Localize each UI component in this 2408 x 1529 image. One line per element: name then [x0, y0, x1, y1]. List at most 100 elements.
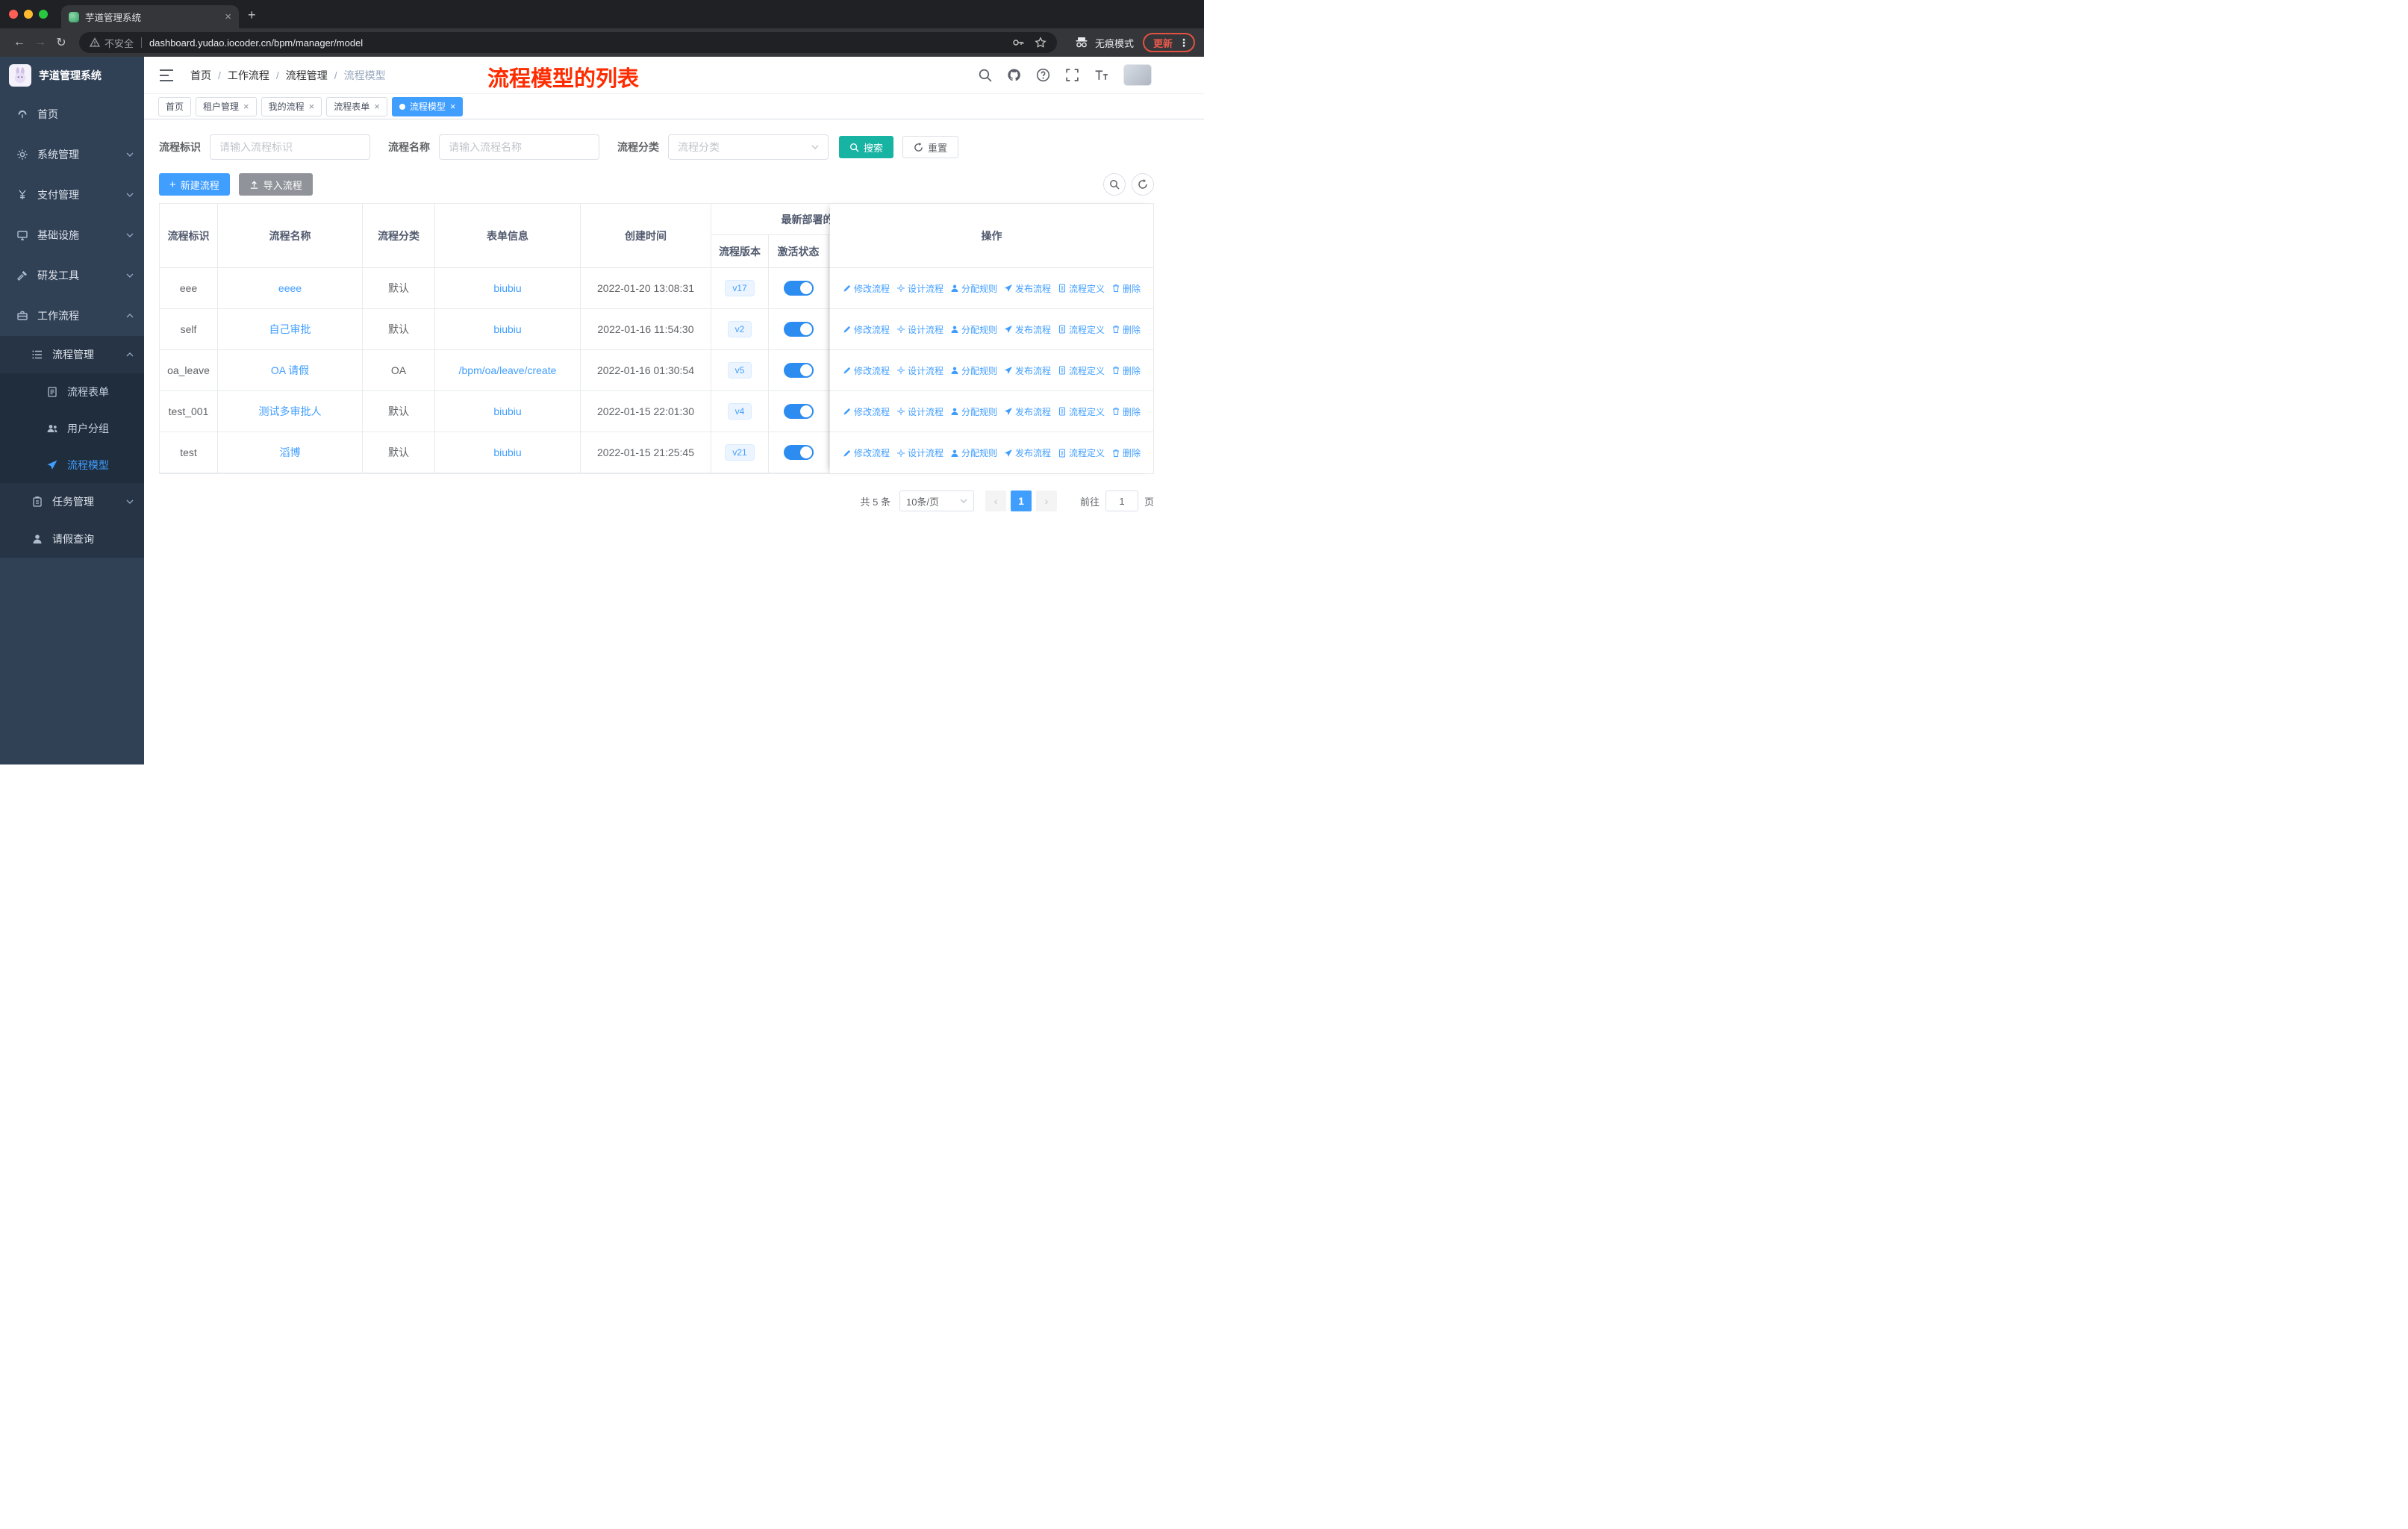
- sidebar-item-devtools[interactable]: 研发工具: [0, 255, 144, 296]
- edit-flow-link[interactable]: 修改流程: [843, 364, 890, 377]
- zoom-window-button[interactable]: [39, 10, 48, 19]
- page-size-select[interactable]: 10条/页: [899, 491, 974, 511]
- sidebar-item-infrastructure[interactable]: 基础设施: [0, 215, 144, 255]
- model-name-link[interactable]: 滔博: [280, 445, 301, 460]
- new-tab-button[interactable]: [248, 7, 256, 23]
- password-key-icon[interactable]: [1012, 37, 1024, 49]
- version-badge[interactable]: v4: [727, 403, 752, 420]
- model-name-link[interactable]: 测试多审批人: [259, 404, 322, 419]
- form-link[interactable]: biubiu: [493, 405, 521, 417]
- forward-button[interactable]: →: [30, 36, 51, 49]
- form-link[interactable]: biubiu: [493, 282, 521, 294]
- active-toggle[interactable]: [783, 404, 814, 419]
- sidebar-item-process-mgmt[interactable]: 流程管理: [0, 336, 144, 373]
- active-toggle[interactable]: [783, 281, 814, 296]
- form-link[interactable]: /bpm/oa/leave/create: [459, 364, 557, 376]
- publish-flow-link[interactable]: 发布流程: [1004, 405, 1051, 418]
- edit-flow-link[interactable]: 修改流程: [843, 446, 890, 459]
- fullscreen-icon[interactable]: [1065, 68, 1079, 82]
- breadcrumb-home[interactable]: 首页: [190, 68, 211, 83]
- active-toggle[interactable]: [783, 322, 814, 337]
- close-tab-icon[interactable]: [225, 11, 231, 22]
- create-flow-button[interactable]: 新建流程: [159, 173, 230, 196]
- bookmark-star-icon[interactable]: [1035, 37, 1047, 49]
- close-tag-icon[interactable]: [243, 102, 249, 111]
- tag-home[interactable]: 首页: [158, 96, 192, 116]
- sidebar-item-task-mgmt[interactable]: 任务管理: [0, 483, 144, 520]
- name-filter-input[interactable]: [439, 134, 599, 160]
- sidebar-item-process-form[interactable]: 流程表单: [0, 373, 144, 410]
- active-toggle[interactable]: [783, 363, 814, 378]
- assign-rule-link[interactable]: 分配规则: [950, 364, 997, 377]
- model-name-link[interactable]: OA 请假: [271, 363, 309, 378]
- version-badge[interactable]: v21: [725, 444, 755, 461]
- flow-definition-link[interactable]: 流程定义: [1058, 364, 1105, 377]
- search-toggle-button[interactable]: [1103, 173, 1126, 196]
- delete-link[interactable]: 删除: [1111, 405, 1141, 418]
- url-bar[interactable]: 不安全 dashboard.yudao.iocoder.cn/bpm/manag…: [79, 32, 1057, 53]
- key-filter-input[interactable]: [210, 134, 370, 160]
- close-tag-icon[interactable]: [309, 102, 315, 111]
- refresh-button[interactable]: [1132, 173, 1154, 196]
- version-badge[interactable]: v17: [725, 280, 755, 296]
- import-flow-button[interactable]: 导入流程: [238, 173, 313, 196]
- flow-definition-link[interactable]: 流程定义: [1058, 323, 1105, 336]
- design-flow-link[interactable]: 设计流程: [896, 446, 943, 459]
- breadcrumb-workflow[interactable]: 工作流程: [228, 68, 269, 83]
- tag-my-process[interactable]: 我的流程: [261, 96, 322, 116]
- form-link[interactable]: biubiu: [493, 446, 521, 458]
- goto-page-input[interactable]: [1105, 491, 1138, 511]
- delete-link[interactable]: 删除: [1111, 364, 1141, 377]
- sidebar-item-user-group[interactable]: 用户分组: [0, 410, 144, 446]
- design-flow-link[interactable]: 设计流程: [896, 364, 943, 377]
- version-badge[interactable]: v5: [727, 362, 752, 379]
- minimize-window-button[interactable]: [24, 10, 33, 19]
- edit-flow-link[interactable]: 修改流程: [843, 282, 890, 295]
- publish-flow-link[interactable]: 发布流程: [1004, 364, 1051, 377]
- category-select[interactable]: 流程分类: [668, 134, 829, 160]
- model-name-link[interactable]: 自己审批: [269, 322, 311, 337]
- browser-menu-icon[interactable]: [1179, 37, 1189, 49]
- close-window-button[interactable]: [9, 10, 18, 19]
- next-page-button[interactable]: [1035, 491, 1057, 511]
- flow-definition-link[interactable]: 流程定义: [1058, 282, 1105, 295]
- close-tag-icon[interactable]: [374, 102, 380, 111]
- version-badge[interactable]: v2: [727, 321, 752, 337]
- reload-button[interactable]: ↻: [51, 35, 72, 50]
- publish-flow-link[interactable]: 发布流程: [1004, 446, 1051, 459]
- model-name-link[interactable]: eeee: [278, 282, 302, 294]
- publish-flow-link[interactable]: 发布流程: [1004, 282, 1051, 295]
- sidebar-item-process-model[interactable]: 流程模型: [0, 446, 144, 483]
- back-button[interactable]: ←: [9, 36, 30, 49]
- design-flow-link[interactable]: 设计流程: [896, 323, 943, 336]
- breadcrumb-process-mgmt[interactable]: 流程管理: [286, 68, 328, 83]
- tag-process-form[interactable]: 流程表单: [326, 96, 387, 116]
- assign-rule-link[interactable]: 分配规则: [950, 282, 997, 295]
- tag-tenant-mgmt[interactable]: 租户管理: [196, 96, 257, 116]
- sidebar-item-home[interactable]: 首页: [0, 94, 144, 134]
- avatar[interactable]: [1123, 64, 1152, 86]
- sidebar-item-system[interactable]: 系统管理: [0, 134, 144, 175]
- design-flow-link[interactable]: 设计流程: [896, 282, 943, 295]
- sidebar-logo[interactable]: 芋道管理系统: [0, 57, 144, 94]
- flow-definition-link[interactable]: 流程定义: [1058, 446, 1105, 459]
- edit-flow-link[interactable]: 修改流程: [843, 323, 890, 336]
- close-tag-icon[interactable]: [450, 102, 456, 111]
- security-warning[interactable]: 不安全: [90, 36, 134, 50]
- search-icon[interactable]: [978, 68, 992, 82]
- assign-rule-link[interactable]: 分配规则: [950, 405, 997, 418]
- assign-rule-link[interactable]: 分配规则: [950, 446, 997, 459]
- update-button[interactable]: 更新: [1142, 33, 1195, 52]
- delete-link[interactable]: 删除: [1111, 446, 1141, 459]
- active-toggle[interactable]: [783, 445, 814, 460]
- browser-tab[interactable]: 芋道管理系统: [61, 5, 239, 28]
- tag-process-model[interactable]: 流程模型: [391, 96, 464, 116]
- font-size-icon[interactable]: [1094, 68, 1108, 82]
- help-icon[interactable]: [1036, 68, 1050, 82]
- prev-page-button[interactable]: [985, 491, 1006, 511]
- reset-button[interactable]: 重置: [902, 136, 959, 158]
- edit-flow-link[interactable]: 修改流程: [843, 405, 890, 418]
- flow-definition-link[interactable]: 流程定义: [1058, 405, 1105, 418]
- assign-rule-link[interactable]: 分配规则: [950, 323, 997, 336]
- sidebar-item-payment[interactable]: 支付管理: [0, 175, 144, 215]
